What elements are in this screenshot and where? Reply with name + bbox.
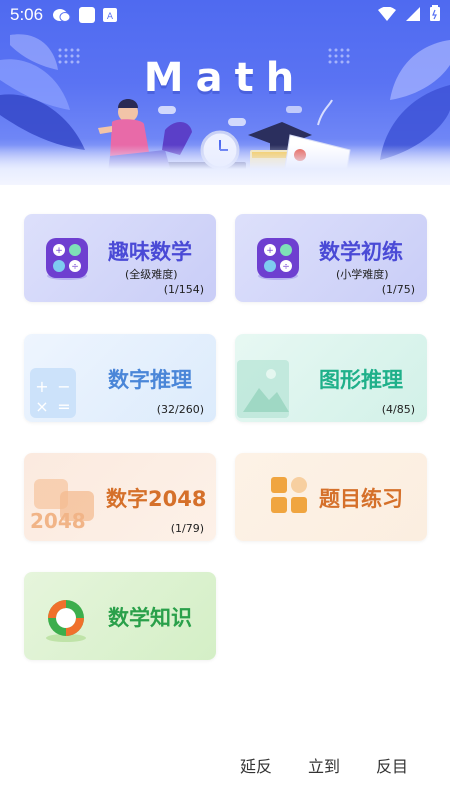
card-primary-math[interactable]: + ÷ 数学初练 (小学难度) (1/75) — [235, 214, 427, 302]
card-subtitle: (全级难度) — [125, 268, 178, 281]
nav-item-3[interactable]: 反目 — [376, 753, 408, 777]
card-fun-math[interactable]: + ÷ 趣味数学 (全级难度) (1/154) — [24, 214, 216, 302]
card-number-reasoning[interactable]: + − × = 数字推理 (32/260) — [24, 334, 216, 422]
math-symbols-icon: + − × = — [28, 364, 88, 422]
nav-item-1[interactable]: 延反 — [240, 753, 272, 777]
wifi-icon — [378, 6, 396, 25]
battery-icon — [430, 5, 440, 25]
nav-item-2[interactable]: 立到 — [308, 753, 340, 777]
status-time: 5:06 — [10, 5, 44, 24]
card-title: 数字推理 — [108, 368, 192, 392]
calculator-icon: + ÷ — [255, 236, 301, 286]
card-progress: (1/154) — [163, 283, 204, 296]
globe-ring-icon — [44, 598, 88, 648]
card-title: 数学初练 — [319, 240, 403, 264]
app-square-icon — [79, 7, 96, 23]
card-math-knowledge[interactable]: 数学知识 — [24, 572, 216, 660]
card-progress: (4/85) — [381, 403, 415, 416]
card-title: 趣味数学 — [108, 240, 192, 264]
banner-title: Math — [143, 55, 307, 101]
svg-text:÷: ÷ — [71, 262, 79, 272]
card-title: 数字2048 — [106, 487, 207, 511]
wechat-icon — [53, 8, 71, 22]
svg-text:A: A — [107, 12, 114, 22]
status-bar: 5:06 A — [0, 0, 450, 30]
card-shape-reasoning[interactable]: 图形推理 (4/85) — [235, 334, 427, 422]
decor-2048-text: 2048 — [30, 509, 86, 533]
card-progress: (1/75) — [381, 283, 415, 296]
signal-icon — [406, 6, 420, 25]
svg-text:+: + — [266, 246, 274, 256]
card-title: 图形推理 — [319, 368, 403, 392]
card-progress: (1/79) — [170, 522, 204, 535]
card-exercise[interactable]: 题目练习 — [235, 453, 427, 541]
card-game-2048[interactable]: 2048 数字2048 (1/79) — [24, 453, 216, 541]
card-title: 数学知识 — [108, 606, 192, 630]
text-a-icon: A — [103, 8, 118, 22]
svg-text:+: + — [55, 246, 63, 256]
svg-text:÷: ÷ — [282, 262, 290, 272]
svg-text:×: × — [35, 397, 48, 416]
svg-text:=: = — [57, 397, 70, 416]
bottom-nav: 延反 立到 反目 — [0, 745, 450, 785]
picture-icon — [235, 352, 299, 422]
card-subtitle: (小学难度) — [336, 268, 389, 281]
banner-ground — [0, 145, 450, 185]
svg-text:−: − — [57, 377, 70, 396]
card-title: 题目练习 — [319, 487, 403, 511]
card-progress: (32/260) — [156, 403, 204, 416]
svg-text:+: + — [35, 377, 48, 396]
calculator-icon: + ÷ — [44, 236, 90, 286]
grid-blocks-icon — [271, 477, 309, 521]
